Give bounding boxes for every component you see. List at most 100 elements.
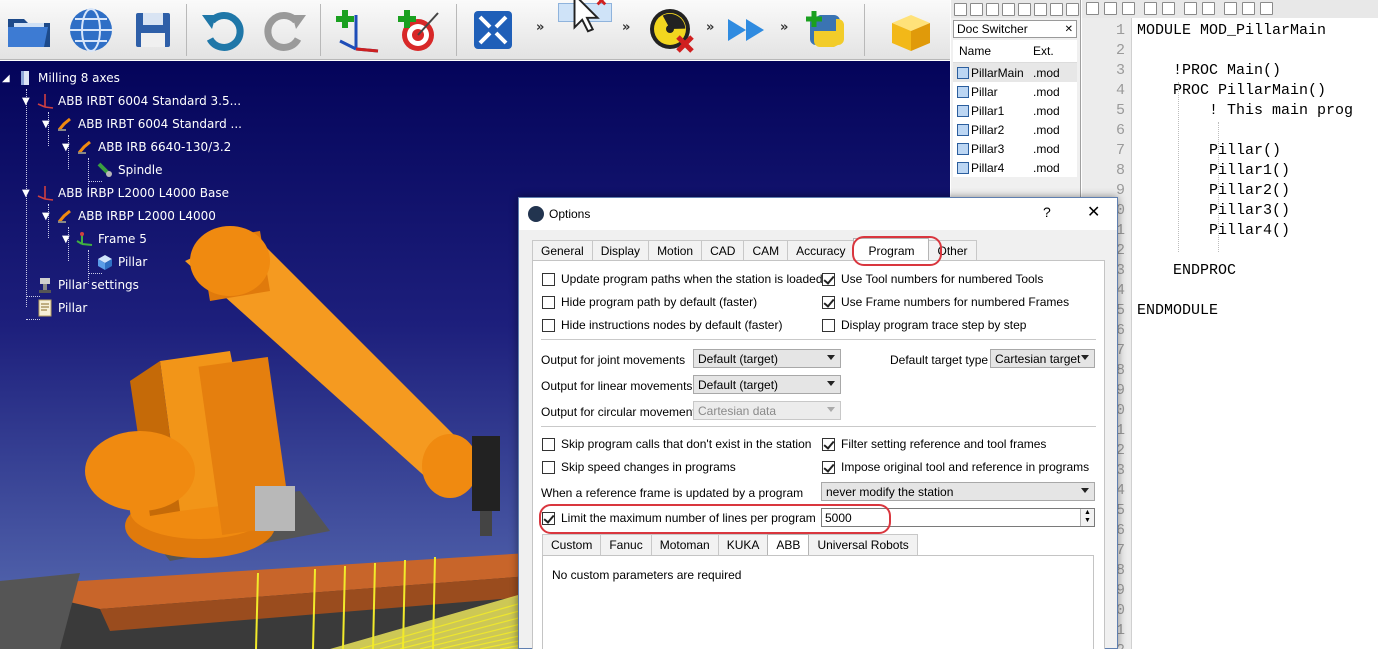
checkbox-box[interactable] bbox=[822, 295, 835, 309]
cursor-icon[interactable] bbox=[558, 0, 612, 32]
checkbox-box[interactable] bbox=[542, 437, 555, 451]
tree-item-robot[interactable]: ▼ ABB IRB 6640-130/3.2 bbox=[62, 137, 231, 157]
find-icon[interactable] bbox=[1184, 2, 1197, 15]
expand-arrow-icon[interactable]: ▼ bbox=[42, 211, 56, 222]
tree-item-pillar-program[interactable]: Pillar bbox=[36, 298, 87, 318]
help-button[interactable]: ? bbox=[1043, 204, 1051, 220]
toolbar-overflow[interactable]: » bbox=[536, 20, 548, 35]
checkbox-box[interactable] bbox=[822, 272, 835, 286]
print-icon[interactable] bbox=[1050, 2, 1063, 16]
paste-icon[interactable] bbox=[1122, 2, 1135, 15]
checkbox-box[interactable] bbox=[542, 318, 555, 332]
package-box-icon[interactable] bbox=[884, 3, 938, 57]
expand-arrow-icon[interactable]: ▼ bbox=[62, 142, 76, 153]
doc-row-pillar1[interactable]: Pillar1 .mod bbox=[953, 101, 1077, 120]
trace-step-checkbox[interactable]: Display program trace step by step bbox=[822, 318, 1026, 332]
subtab-custom[interactable]: Custom bbox=[542, 534, 602, 555]
skip-calls-checkbox[interactable]: Skip program calls that don't exist in t… bbox=[542, 437, 811, 451]
dialog-title-bar[interactable]: Options ? ✕ bbox=[519, 198, 1117, 230]
expand-arrow-icon[interactable]: ▼ bbox=[22, 96, 36, 107]
close-all-icon[interactable] bbox=[1034, 2, 1047, 16]
close-icon[interactable]: ✕ bbox=[1065, 24, 1073, 35]
print-preview-icon[interactable] bbox=[1066, 2, 1079, 16]
tree-item-positioner[interactable]: ▼ ABB IRBP L2000 L4000 bbox=[42, 206, 216, 226]
undo-arrow-icon[interactable] bbox=[196, 3, 250, 57]
save-all-icon[interactable] bbox=[1002, 2, 1015, 16]
toolbar-overflow[interactable]: » bbox=[780, 20, 792, 35]
linear-output-select[interactable]: Default (target) bbox=[693, 375, 841, 394]
code-editor[interactable]: 1234567891011121314151617181920212223242… bbox=[1082, 18, 1378, 649]
tree-item-rail-base[interactable]: ▼ ABB IRBT 6004 Standard 3.5... bbox=[22, 91, 241, 111]
tab-cam[interactable]: CAM bbox=[743, 240, 789, 261]
fast-forward-icon[interactable] bbox=[720, 3, 774, 57]
frame-plus-icon[interactable] bbox=[330, 3, 384, 57]
tree-item-pillar-settings[interactable]: Pillar settings bbox=[36, 275, 139, 295]
tree-item-positioner-base[interactable]: ▼ ABB IRBP L2000 L4000 Base bbox=[22, 183, 229, 203]
python-plus-icon[interactable] bbox=[800, 3, 854, 57]
checkbox-box[interactable] bbox=[542, 460, 555, 474]
doc-row-pillar3[interactable]: Pillar3 .mod bbox=[953, 139, 1077, 158]
close-button[interactable]: ✕ bbox=[1087, 202, 1100, 222]
impose-tool-checkbox[interactable]: Impose original tool and reference in pr… bbox=[822, 460, 1089, 474]
frame-numbers-checkbox[interactable]: Use Frame numbers for numbered Frames bbox=[822, 295, 1069, 309]
expand-arrow-icon[interactable]: ▼ bbox=[22, 188, 36, 199]
skip-speed-checkbox[interactable]: Skip speed changes in programs bbox=[542, 460, 736, 474]
cut-icon[interactable] bbox=[1086, 2, 1099, 15]
tree-item-spindle[interactable]: Spindle bbox=[96, 160, 163, 180]
checkbox-box[interactable] bbox=[822, 318, 835, 332]
filter-reference-checkbox[interactable]: Filter setting reference and tool frames bbox=[822, 437, 1046, 451]
redo-icon[interactable] bbox=[1162, 2, 1175, 15]
hide-path-checkbox[interactable]: Hide program path by default (faster) bbox=[542, 295, 757, 309]
subtab-kuka[interactable]: KUKA bbox=[717, 534, 769, 555]
tab-motion[interactable]: Motion bbox=[648, 240, 703, 261]
sync-zoom-icon[interactable] bbox=[1260, 2, 1273, 15]
toolbar-overflow[interactable]: » bbox=[706, 20, 718, 35]
redo-arrow-icon[interactable] bbox=[258, 3, 312, 57]
doc-row-pillar4[interactable]: Pillar4 .mod bbox=[953, 158, 1077, 177]
tree-item-frame-5[interactable]: ▼ Frame 5 bbox=[62, 229, 147, 249]
open-file-icon[interactable] bbox=[970, 2, 983, 16]
update-paths-checkbox[interactable]: Update program paths when the station is… bbox=[542, 272, 823, 286]
checkbox-box[interactable] bbox=[542, 295, 555, 309]
globe-icon[interactable] bbox=[64, 3, 118, 57]
tree-item-pillar-object[interactable]: Pillar bbox=[96, 252, 147, 272]
replace-icon[interactable] bbox=[1202, 2, 1215, 15]
column-header-name[interactable]: Name bbox=[953, 44, 1031, 58]
subtab-universal-robots[interactable]: Universal Robots bbox=[808, 534, 918, 555]
folder-icon[interactable] bbox=[2, 3, 56, 57]
target-type-select[interactable]: Cartesian target bbox=[990, 349, 1095, 368]
reference-update-select[interactable]: never modify the station bbox=[821, 482, 1095, 501]
subtab-abb[interactable]: ABB bbox=[767, 534, 810, 555]
tree-item-station[interactable]: ◢ Milling 8 axes bbox=[2, 68, 120, 88]
spin-arrows-icon[interactable]: ▲ ▼ bbox=[1080, 509, 1094, 526]
hide-instructions-checkbox[interactable]: Hide instructions nodes by default (fast… bbox=[542, 318, 782, 332]
column-header-ext[interactable]: Ext. bbox=[1031, 44, 1077, 58]
radiation-icon[interactable] bbox=[644, 3, 698, 57]
target-plus-icon[interactable] bbox=[392, 3, 446, 57]
tab-display[interactable]: Display bbox=[591, 240, 650, 261]
subtab-fanuc[interactable]: Fanuc bbox=[600, 534, 652, 555]
toolbar-overflow[interactable]: » bbox=[622, 20, 634, 35]
expand-arrow-icon[interactable]: ▼ bbox=[62, 234, 76, 245]
tool-numbers-checkbox[interactable]: Use Tool numbers for numbered Tools bbox=[822, 272, 1043, 286]
new-file-icon[interactable] bbox=[954, 2, 967, 16]
tab-cad[interactable]: CAD bbox=[701, 240, 745, 261]
expand-arrow-icon[interactable]: ▼ bbox=[42, 119, 56, 130]
tab-accuracy[interactable]: Accuracy bbox=[787, 240, 855, 261]
tree-item-rail[interactable]: ▼ ABB IRBT 6004 Standard ... bbox=[42, 114, 242, 134]
copy-icon[interactable] bbox=[1104, 2, 1117, 15]
joint-output-select[interactable]: Default (target) bbox=[693, 349, 841, 368]
zoom-out-icon[interactable] bbox=[1242, 2, 1255, 15]
fit-all-icon[interactable] bbox=[466, 3, 520, 57]
zoom-in-icon[interactable] bbox=[1224, 2, 1237, 15]
doc-row-pillar[interactable]: Pillar .mod bbox=[953, 82, 1077, 101]
checkbox-box[interactable] bbox=[542, 272, 555, 286]
expand-arrow-icon[interactable]: ◢ bbox=[2, 73, 16, 84]
subtab-motoman[interactable]: Motoman bbox=[650, 534, 719, 555]
checkbox-box[interactable] bbox=[822, 437, 835, 451]
doc-row-pillar2[interactable]: Pillar2 .mod bbox=[953, 120, 1077, 139]
checkbox-box[interactable] bbox=[822, 460, 835, 474]
doc-row-pillarmain[interactable]: PillarMain .mod bbox=[953, 63, 1077, 82]
undo-icon[interactable] bbox=[1144, 2, 1157, 15]
tab-general[interactable]: General bbox=[532, 240, 593, 261]
